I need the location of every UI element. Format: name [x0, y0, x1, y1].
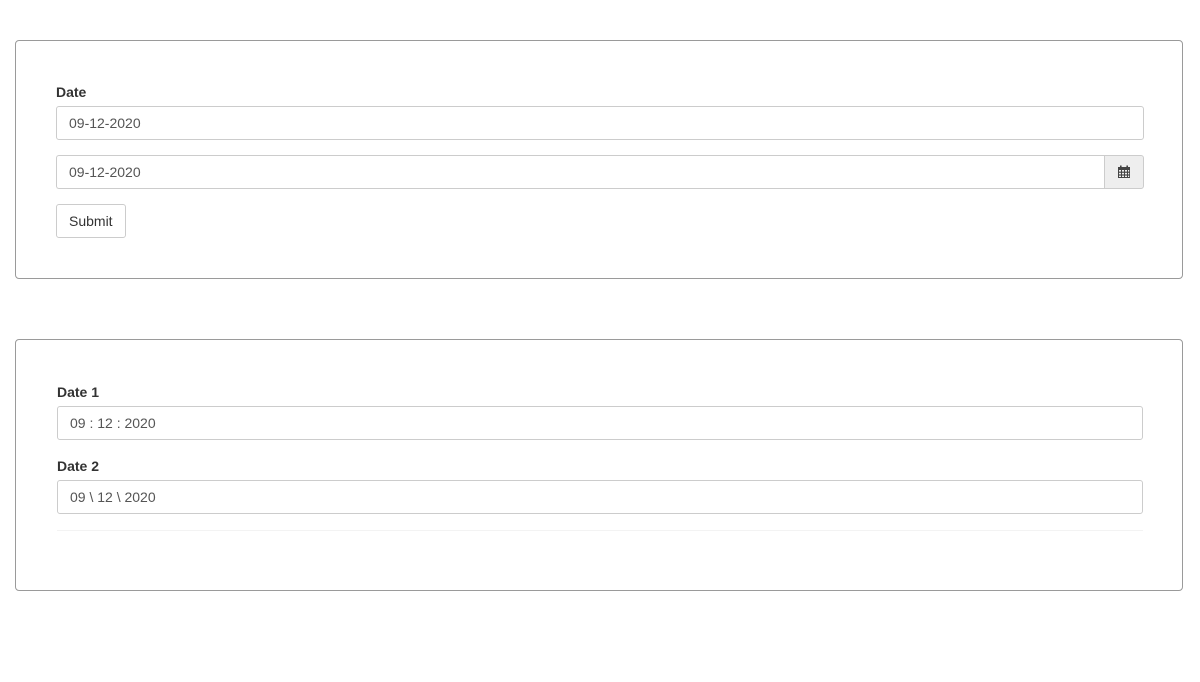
datepicker-input[interactable]: 09-12-2020: [56, 155, 1104, 189]
divider: [57, 530, 1143, 531]
datepicker-group: 09-12-2020: [56, 155, 1144, 189]
masked-date-panel: Date 1 09 : 12 : 2020 Date 2 09 \ 12 \ 2…: [15, 339, 1183, 591]
date1-label: Date 1: [57, 384, 100, 400]
date2-label: Date 2: [57, 458, 100, 474]
calendar-button[interactable]: [1104, 155, 1144, 189]
date-form-panel: Date 09-12-2020 09-12-2020 Submit: [15, 40, 1183, 279]
submit-button[interactable]: Submit: [56, 204, 126, 238]
calendar-icon: [1118, 165, 1130, 178]
date1-input[interactable]: 09 : 12 : 2020: [57, 406, 1143, 440]
date-input[interactable]: 09-12-2020: [56, 106, 1144, 140]
date2-input[interactable]: 09 \ 12 \ 2020: [57, 480, 1143, 514]
date-label: Date: [56, 84, 87, 100]
